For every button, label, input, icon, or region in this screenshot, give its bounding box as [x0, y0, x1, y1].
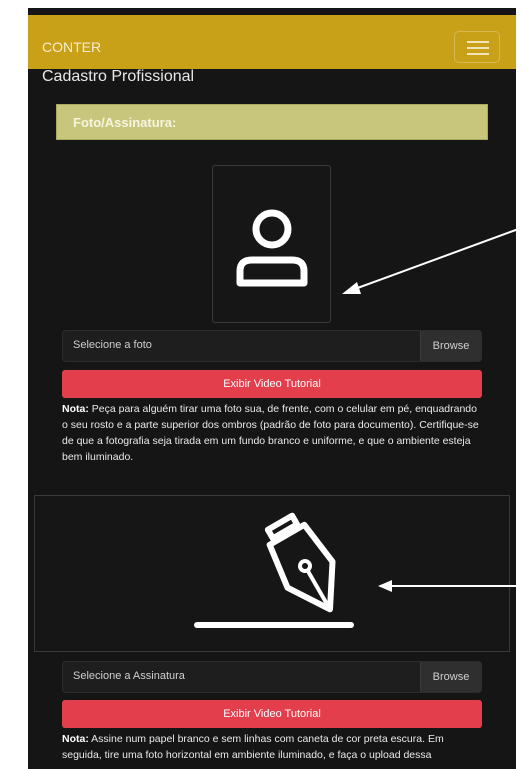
section-title: Foto/Assinatura: — [73, 115, 177, 130]
signature-note-text: Assine num papel branco e sem linhas com… — [62, 733, 444, 761]
signature-file-input[interactable]: Selecione a Assinatura Browse — [62, 661, 482, 693]
section-header: Foto/Assinatura: — [56, 104, 488, 140]
navbar: CONTER — [28, 15, 516, 69]
photo-file-input[interactable]: Selecione a foto Browse — [62, 330, 482, 362]
signature-tutorial-button[interactable]: Exibir Video Tutorial — [62, 700, 482, 728]
photo-note-text: Peça para alguém tirar uma foto sua, de … — [62, 403, 479, 463]
signature-note: Nota: Assine num papel branco e sem linh… — [62, 731, 482, 763]
photo-note-label: Nota: — [62, 403, 89, 415]
user-icon — [236, 209, 308, 287]
signature-file-label: Selecione a Assinatura — [73, 670, 185, 682]
hamburger-menu-icon[interactable] — [454, 31, 500, 63]
page-title: Cadastro Profissional — [42, 68, 195, 85]
signature-browse-button[interactable]: Browse — [420, 662, 481, 692]
photo-tutorial-button[interactable]: Exibir Video Tutorial — [62, 370, 482, 398]
photo-note: Nota: Peça para alguém tirar uma foto su… — [62, 401, 482, 465]
pen-nib-icon — [194, 512, 354, 628]
brand-logo[interactable]: CONTER — [42, 39, 101, 55]
signature-preview — [34, 495, 510, 652]
photo-browse-button[interactable]: Browse — [420, 331, 481, 361]
phone-screen: CONTER Cadastro Profissional Foto/Assina… — [28, 8, 516, 769]
photo-preview — [212, 165, 331, 323]
photo-file-label: Selecione a foto — [73, 339, 152, 351]
signature-note-label: Nota: — [62, 733, 89, 745]
